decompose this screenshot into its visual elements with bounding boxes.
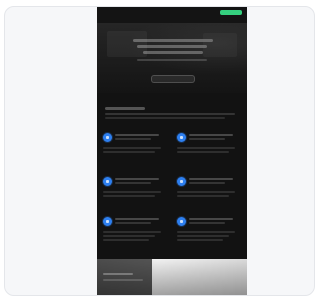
feature-text — [177, 231, 235, 233]
preview-card — [4, 6, 315, 296]
website-preview — [97, 7, 247, 295]
feature-title — [189, 178, 233, 180]
feature-text — [177, 195, 229, 197]
feature-icon — [177, 133, 186, 142]
feature-text — [103, 147, 161, 149]
feature-title-line — [115, 182, 151, 184]
features-title — [105, 107, 145, 110]
top-navigation — [97, 7, 247, 23]
feature-title — [115, 178, 159, 180]
features-description-line — [105, 117, 225, 119]
feature-text — [103, 231, 161, 233]
feature-text — [177, 191, 235, 193]
feature-icon — [177, 177, 186, 186]
feature-item — [177, 175, 237, 207]
feature-title-line — [115, 222, 151, 224]
feature-text — [103, 191, 161, 193]
hero-subheadline — [137, 59, 207, 61]
feature-icon — [103, 177, 112, 186]
feature-icon — [103, 217, 112, 226]
feature-text — [177, 151, 229, 153]
feature-text — [103, 151, 155, 153]
feature-title-line — [115, 138, 151, 140]
feature-title — [115, 218, 159, 220]
feature-item — [103, 175, 163, 207]
hero-button[interactable] — [151, 75, 195, 83]
footer-photo-overlay — [97, 259, 152, 295]
feature-icon — [103, 133, 112, 142]
hero-headline — [133, 39, 213, 42]
top-cta-button[interactable] — [220, 10, 242, 15]
feature-text — [103, 195, 155, 197]
footer-caption-line — [103, 279, 143, 281]
feature-title-line — [189, 138, 225, 140]
feature-title — [189, 134, 233, 136]
hero-headline-line — [143, 51, 203, 54]
feature-title-line — [189, 182, 225, 184]
feature-title — [115, 134, 159, 136]
feature-item — [103, 215, 163, 247]
hero-section — [97, 23, 247, 93]
feature-title — [189, 218, 233, 220]
feature-text — [103, 235, 155, 237]
feature-item — [177, 215, 237, 247]
feature-text — [177, 239, 223, 241]
feature-text — [177, 147, 235, 149]
hero-headline-line — [137, 45, 207, 48]
feature-title-line — [189, 222, 225, 224]
feature-text — [103, 239, 149, 241]
feature-text — [177, 235, 229, 237]
features-description — [105, 113, 235, 115]
feature-item — [103, 131, 163, 163]
feature-icon — [177, 217, 186, 226]
footer-caption — [103, 273, 133, 275]
feature-item — [177, 131, 237, 163]
